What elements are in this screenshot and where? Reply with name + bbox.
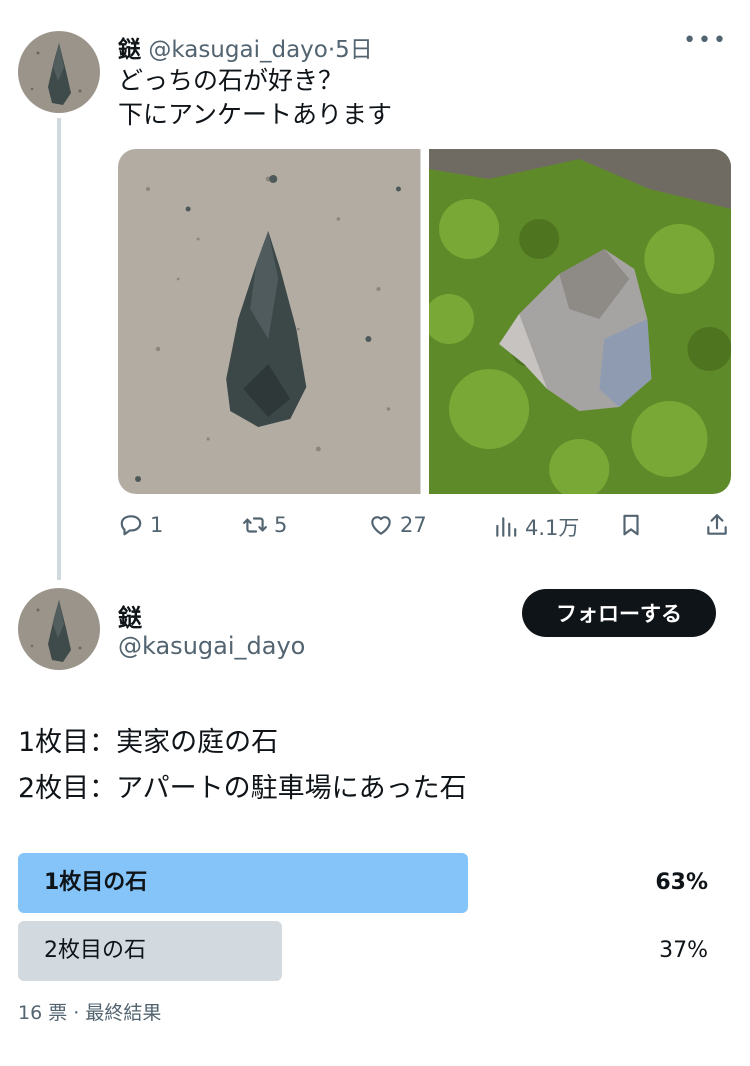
photo-stone-2[interactable] (428, 149, 731, 494)
reply-text-line: 2枚目：アパートの駐車場にあった石 (18, 773, 467, 804)
poll-option-label: 1枚目の石 (44, 870, 148, 895)
bookmark-button[interactable] (618, 512, 644, 538)
tweet-media (118, 149, 731, 494)
like-icon (371, 516, 391, 535)
share-button[interactable] (704, 512, 730, 538)
tweet-text: どっちの石が好き？ 下にアンケートあります (118, 64, 392, 132)
poll-meta: 16 票 · 最終結果 (18, 998, 161, 1025)
poll-option: 1枚目の石 63% (18, 853, 718, 913)
share-icon (707, 514, 727, 535)
follow-button[interactable]: フォローする (522, 589, 716, 637)
retweet-count: 5 (274, 513, 288, 537)
poll-option-percent: 37% (659, 938, 708, 963)
tweet-text-line: 下にアンケートあります (118, 100, 393, 129)
like-count: 27 (400, 513, 427, 537)
more-icon[interactable]: ••• (683, 28, 728, 53)
author-handle[interactable]: @kasugai_dayo (148, 37, 328, 63)
reply-button[interactable]: 1 (118, 512, 163, 538)
tweet-actions: 1 5 27 4.1万 (118, 512, 731, 546)
reply-text-line: 1枚目：実家の庭の石 (18, 727, 279, 758)
poll-option: 2枚目の石 37% (18, 921, 718, 981)
retweet-icon (243, 517, 267, 533)
reply-icon (120, 515, 142, 536)
reply-count: 1 (150, 513, 164, 537)
poll-option-percent: 63% (655, 870, 708, 895)
reply-text: 1枚目：実家の庭の石 2枚目：アパートの駐車場にあった石 (18, 720, 467, 812)
views-icon (496, 517, 517, 537)
tweet-time[interactable]: 5日 (335, 37, 373, 63)
poll-option-label: 2枚目の石 (44, 938, 146, 963)
poll-votes: 16 票 (18, 1002, 68, 1024)
like-button[interactable]: 27 (368, 512, 427, 538)
avatar[interactable] (18, 31, 100, 113)
separator: · (73, 1002, 80, 1024)
tweet-header: 鎹 @kasugai_dayo·5日 (118, 30, 373, 64)
tweet-text-line: どっちの石が好き？ (118, 66, 344, 95)
author-name[interactable]: 鎹 (118, 37, 141, 63)
views-count: 4.1万 (525, 516, 580, 540)
avatar[interactable] (18, 588, 100, 670)
author-name[interactable]: 鎹 (118, 598, 142, 633)
thread-line (57, 118, 61, 580)
retweet-button[interactable]: 5 (242, 512, 287, 538)
author-handle[interactable]: @kasugai_dayo (118, 632, 305, 660)
views-button[interactable]: 4.1万 (493, 512, 579, 542)
photo-stone-1[interactable] (118, 149, 421, 494)
bookmark-icon (623, 514, 639, 536)
poll-status: 最終結果 (85, 1002, 162, 1024)
